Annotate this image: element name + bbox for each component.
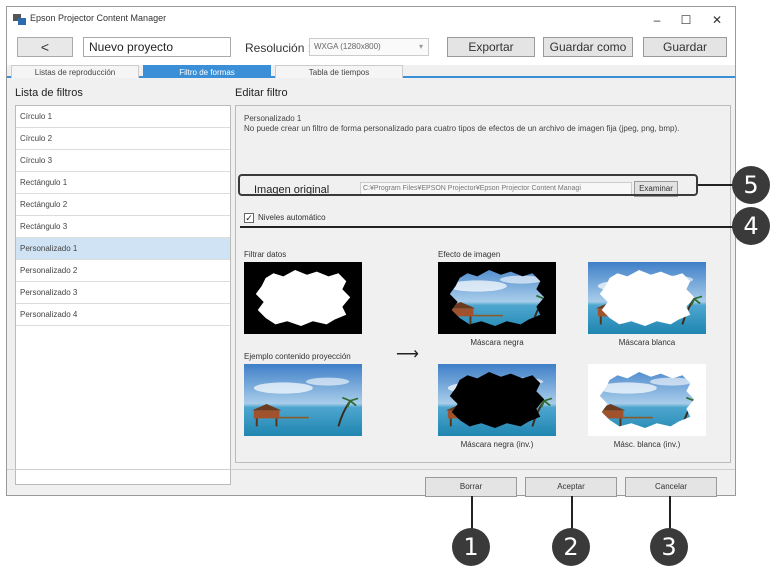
close-button[interactable]: ✕ [703,10,731,30]
export-button[interactable]: Exportar [447,37,535,57]
resolution-value: WXGA (1280x800) [314,42,381,51]
list-item[interactable]: Personalizado 3 [16,282,230,304]
save-button[interactable]: Guardar [643,37,727,57]
black-mask-caption: Máscara negra [470,338,524,347]
list-item[interactable]: Círculo 1 [16,106,230,128]
tab-playlists[interactable]: Listas de reproducción [11,65,139,78]
auto-levels-label: Niveles automático [258,213,326,222]
window-title: Epson Projector Content Manager [30,13,167,23]
accept-button[interactable]: Aceptar [525,477,617,497]
callout-line-2 [571,496,573,532]
callout-3: 3 [650,528,688,566]
save-as-button[interactable]: Guardar como [543,37,633,57]
callout-line-1 [471,496,473,532]
app-icon [13,14,26,25]
projection-sample-image [244,364,362,436]
filter-data-label: Filtrar datos [244,250,287,259]
filter-list: Círculo 1 Círculo 2 Círculo 3 Rectángulo… [15,105,231,485]
resolution-label: Resolución : [245,41,312,55]
delete-button[interactable]: Borrar [425,477,517,497]
white-mask-inverted-caption: Másc. blanca (inv.) [613,440,681,449]
toolbar: < Nuevo proyecto Resolución : WXGA (1280… [7,33,735,65]
list-item-selected[interactable]: Personalizado 1 [16,238,230,260]
image-effect-label: Efecto de imagen [438,250,501,259]
list-item[interactable]: Rectángulo 3 [16,216,230,238]
tab-shape-filter[interactable]: Filtro de formas [143,65,271,78]
black-mask-image [438,262,556,334]
black-mask-inverted-image [438,364,556,436]
white-mask-inverted-image [588,364,706,436]
list-item[interactable]: Personalizado 2 [16,260,230,282]
footer-divider [7,469,735,470]
chevron-down-icon: ▾ [418,42,423,51]
title-bar: Epson Projector Content Manager – ☐ ✕ [7,7,735,33]
black-mask-inverted-caption: Máscara negra (inv.) [460,440,534,449]
callout-line-3 [669,496,671,532]
project-name-field[interactable]: Nuevo proyecto [83,37,231,57]
tab-timetable[interactable]: Tabla de tiempos [275,65,403,78]
maximize-button[interactable]: ☐ [672,10,700,30]
cancel-button[interactable]: Cancelar [625,477,717,497]
minimize-button[interactable]: – [643,10,671,30]
edit-filter-panel: Personalizado 1 No puede crear un filtro… [235,105,731,463]
resolution-select[interactable]: WXGA (1280x800) ▾ [309,38,429,56]
auto-levels-checkbox[interactable]: ✓ [244,213,254,223]
white-mask-caption: Máscara blanca [618,338,676,347]
list-item[interactable]: Personalizado 4 [16,304,230,326]
list-item[interactable]: Rectángulo 1 [16,172,230,194]
projection-sample-label: Ejemplo contenido proyección [244,352,351,361]
callout-highlight-original-image [238,174,698,196]
callout-1: 1 [452,528,490,566]
filter-note: No puede crear un filtro de forma person… [244,124,680,133]
callout-2: 2 [552,528,590,566]
list-item[interactable]: Círculo 3 [16,150,230,172]
white-mask-image [588,262,706,334]
callout-4: 4 [732,207,770,245]
list-item[interactable]: Rectángulo 2 [16,194,230,216]
filter-list-title: Lista de filtros [15,87,83,99]
tab-bar: Listas de reproducción Filtro de formas … [7,65,735,78]
editor-title: Editar filtro [235,87,288,99]
list-item[interactable]: Círculo 2 [16,128,230,150]
back-button[interactable]: < [17,37,73,57]
app-window: Epson Projector Content Manager – ☐ ✕ < … [6,6,736,497]
filter-name: Personalizado 1 [244,114,302,123]
arrow-icon: ⟶ [396,346,419,363]
callout-5: 5 [732,166,770,204]
filter-data-image [244,262,362,334]
callout-line-4 [240,226,736,228]
